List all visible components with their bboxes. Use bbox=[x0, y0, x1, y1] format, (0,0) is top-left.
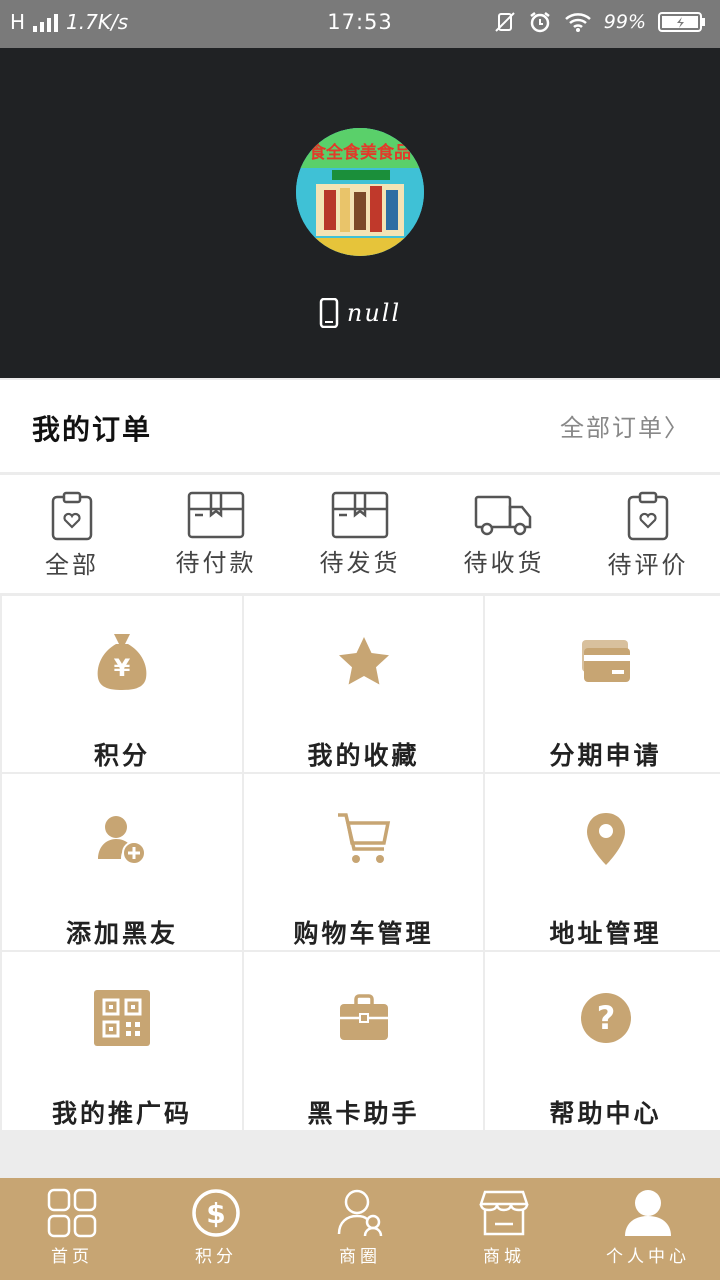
menu-black-card-assistant[interactable]: 黑卡助手 bbox=[244, 952, 483, 1130]
tab-label: 个人中心 bbox=[606, 1247, 690, 1267]
star-icon bbox=[338, 637, 389, 685]
orders-header: 我的订单 全部订单〉 bbox=[0, 380, 720, 472]
order-status-label: 全部 bbox=[45, 551, 99, 579]
order-status-label: 待收货 bbox=[463, 549, 545, 577]
people-icon bbox=[337, 1189, 383, 1237]
menu-label: 积分 bbox=[93, 741, 150, 770]
orders-title: 我的订单 bbox=[32, 413, 153, 446]
alarm-icon bbox=[530, 12, 550, 33]
menu-label: 分期申请 bbox=[549, 741, 662, 770]
question-icon: ? bbox=[580, 993, 631, 1043]
order-status-label: 待评价 bbox=[607, 551, 689, 579]
phone-number: null bbox=[346, 299, 402, 327]
menu-label: 帮助中心 bbox=[549, 1099, 662, 1128]
menu-promo-code[interactable]: 我的推广码 bbox=[2, 952, 242, 1130]
battery-text: 99% bbox=[603, 11, 646, 33]
status-right: 99% bbox=[494, 10, 706, 34]
menu-label: 购物车管理 bbox=[293, 919, 434, 948]
money-bag-icon: ¥ bbox=[97, 634, 147, 690]
order-status-label: 待付款 bbox=[175, 549, 257, 577]
wifi-icon bbox=[564, 13, 591, 32]
menu-points[interactable]: ¥ 积分 bbox=[2, 596, 242, 772]
menu-installment[interactable]: 分期申请 bbox=[485, 596, 720, 772]
truck-icon bbox=[474, 495, 532, 536]
menu-cart-management[interactable]: 购物车管理 bbox=[244, 774, 483, 950]
briefcase-icon bbox=[339, 994, 388, 1040]
vibrate-mute-icon bbox=[495, 12, 515, 32]
avatar[interactable]: 食全食美食品 bbox=[296, 128, 424, 256]
menu-label: 地址管理 bbox=[549, 919, 662, 948]
menu-favorites[interactable]: 我的收藏 bbox=[244, 596, 483, 772]
menu-label: 我的收藏 bbox=[307, 741, 420, 770]
clipboard-heart-icon bbox=[627, 491, 669, 541]
tab-label: 商城 bbox=[483, 1247, 525, 1267]
order-status-pending-receipt[interactable]: 待收货 bbox=[432, 475, 576, 593]
tab-points[interactable]: $ 积分 bbox=[144, 1178, 288, 1280]
qr-code-icon bbox=[94, 990, 150, 1046]
menu-label: 我的推广码 bbox=[51, 1099, 192, 1128]
credit-card-icon bbox=[581, 640, 630, 682]
svg-text:?: ? bbox=[596, 999, 615, 1037]
order-status-row: 全部 待付款 待发货 待收货 待评价 bbox=[0, 475, 720, 593]
menu-label: 添加黑友 bbox=[65, 919, 178, 948]
phone-icon bbox=[319, 298, 339, 328]
order-status-pending-payment[interactable]: 待付款 bbox=[144, 475, 288, 593]
profile-header: 食全食美食品 null bbox=[0, 48, 720, 378]
feature-grid: ¥ 积分 我的收藏 分期申请 添加黑友 购物车管理 地址管理 我的推广码 黑卡助… bbox=[0, 594, 720, 1130]
dollar-icon: $ bbox=[192, 1189, 240, 1237]
menu-add-friend[interactable]: 添加黑友 bbox=[2, 774, 242, 950]
bottom-tab-bar: 首页 $ 积分 商圈 商城 个人中心 bbox=[0, 1178, 720, 1280]
menu-label: 黑卡助手 bbox=[307, 1099, 420, 1128]
order-status-label: 待发货 bbox=[319, 549, 401, 577]
location-pin-icon bbox=[586, 813, 625, 865]
order-status-pending-shipment[interactable]: 待发货 bbox=[288, 475, 432, 593]
menu-address-management[interactable]: 地址管理 bbox=[485, 774, 720, 950]
status-bar: H 1.7K/s 17:53 99% bbox=[0, 0, 720, 48]
tab-business-circle[interactable]: 商圈 bbox=[288, 1178, 432, 1280]
box-icon bbox=[187, 491, 245, 539]
tab-home[interactable]: 首页 bbox=[0, 1178, 144, 1280]
svg-text:$: $ bbox=[206, 1197, 225, 1230]
tab-label: 积分 bbox=[195, 1247, 237, 1267]
add-user-icon bbox=[98, 816, 146, 865]
phone-row: null bbox=[0, 298, 720, 328]
tab-mall[interactable]: 商城 bbox=[432, 1178, 576, 1280]
cart-icon bbox=[337, 813, 390, 863]
tab-personal-center[interactable]: 个人中心 bbox=[576, 1178, 720, 1280]
grid-icon bbox=[47, 1188, 97, 1238]
tab-label: 首页 bbox=[51, 1247, 93, 1267]
order-status-pending-review[interactable]: 待评价 bbox=[576, 475, 720, 593]
all-orders-link[interactable]: 全部订单〉 bbox=[560, 408, 690, 443]
avatar-banner-text: 食全食美食品 bbox=[309, 142, 411, 163]
tab-label: 商圈 bbox=[339, 1247, 381, 1267]
store-icon bbox=[479, 1190, 529, 1236]
order-status-all[interactable]: 全部 bbox=[0, 475, 144, 593]
person-icon bbox=[625, 1190, 671, 1236]
menu-help-center[interactable]: ? 帮助中心 bbox=[485, 952, 720, 1130]
clipboard-heart-icon bbox=[51, 491, 93, 541]
battery-icon bbox=[658, 12, 705, 32]
box-icon bbox=[331, 491, 389, 539]
svg-text:¥: ¥ bbox=[114, 654, 131, 682]
